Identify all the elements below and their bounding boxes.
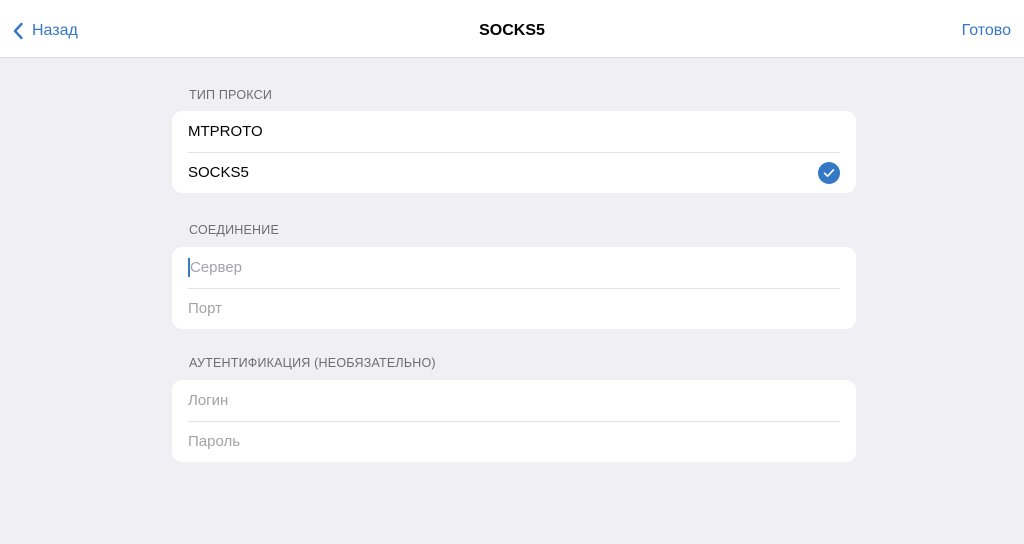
connection-group xyxy=(172,247,856,329)
proxy-type-option-socks5[interactable]: SOCKS5 xyxy=(172,152,856,193)
page-title: SOCKS5 xyxy=(479,22,545,39)
done-button[interactable]: Готово xyxy=(962,0,1011,62)
server-input[interactable] xyxy=(188,247,856,288)
text-cursor xyxy=(188,258,190,277)
proxy-type-option-mtproto[interactable]: MTPROTO xyxy=(172,111,856,152)
navigation-bar: Назад SOCKS5 Готово xyxy=(0,0,1024,58)
auth-header: АУТЕНТИФИКАЦИЯ (НЕОБЯЗАТЕЛЬНО) xyxy=(189,356,436,370)
login-row xyxy=(172,380,856,421)
connection-header: СОЕДИНЕНИЕ xyxy=(189,223,279,237)
port-input[interactable] xyxy=(188,288,856,329)
proxy-type-option-label: SOCKS5 xyxy=(188,164,249,181)
port-row xyxy=(172,288,856,329)
proxy-type-option-label: MTPROTO xyxy=(188,123,263,140)
auth-group xyxy=(172,380,856,462)
proxy-type-header: ТИП ПРОКСИ xyxy=(189,88,272,102)
login-input[interactable] xyxy=(188,380,856,421)
checkmark-circle-icon xyxy=(818,161,840,184)
server-row xyxy=(172,247,856,288)
password-row xyxy=(172,421,856,462)
proxy-type-group: MTPROTO SOCKS5 xyxy=(172,111,856,193)
password-input[interactable] xyxy=(188,421,856,462)
